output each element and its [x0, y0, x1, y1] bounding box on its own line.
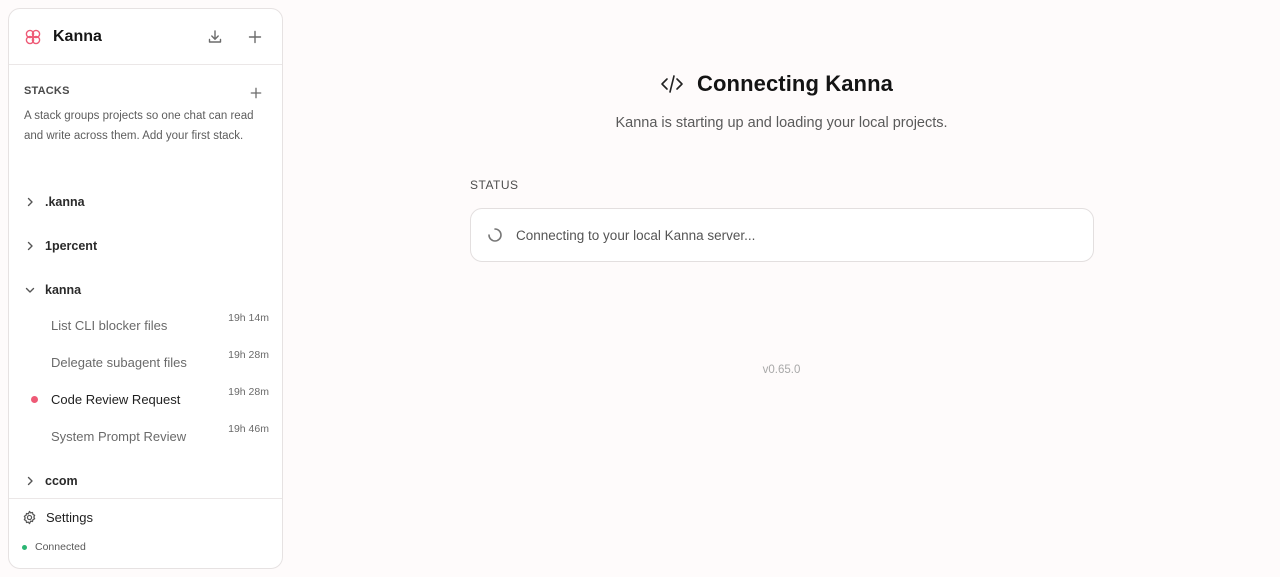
new-project-button[interactable]: [245, 27, 265, 47]
gear-icon: [23, 510, 36, 525]
chat-time: 19h 14m: [228, 312, 269, 324]
chevron-down-icon: [23, 283, 37, 297]
main-title-wrap: Connecting Kanna: [660, 71, 893, 97]
download-button[interactable]: [205, 27, 225, 47]
chat-item[interactable]: List CLI blocker files 19h 14m: [19, 310, 274, 340]
chevron-right-icon: [23, 195, 37, 209]
chat-item[interactable]: Code Review Request 19h 28m: [19, 384, 274, 414]
project-item-ccom[interactable]: ccom: [23, 470, 78, 492]
chat-title: List CLI blocker files: [51, 317, 168, 333]
app-title: Kanna: [53, 27, 102, 45]
chat-item[interactable]: System Prompt Review 19h 46m: [19, 421, 274, 451]
plus-icon: [250, 87, 262, 99]
chat-time: 19h 46m: [228, 423, 269, 435]
download-icon: [208, 30, 222, 43]
chat-title: Code Review Request: [51, 391, 181, 407]
kanna-logo-icon: [23, 27, 43, 47]
chevron-right-icon: [23, 239, 37, 253]
spinner-icon: [487, 227, 503, 243]
settings-label: Settings: [46, 510, 93, 525]
page-subtitle: Kanna is starting up and loading your lo…: [615, 115, 948, 131]
chat-title: System Prompt Review: [51, 428, 187, 444]
project-item-dot-kanna[interactable]: .kanna: [23, 191, 85, 213]
code-icon: [660, 72, 684, 96]
status-heading: STATUS: [470, 178, 519, 192]
chevron-right-icon: [23, 474, 37, 488]
status-box: Connecting to your local Kanna server...: [470, 208, 1094, 262]
project-label: kanna: [45, 283, 82, 297]
project-item-kanna[interactable]: kanna: [23, 279, 81, 301]
project-item-1percent[interactable]: 1percent: [23, 235, 97, 257]
project-label: .kanna: [45, 195, 85, 209]
project-label: ccom: [45, 474, 78, 488]
settings-button[interactable]: Settings: [22, 510, 93, 525]
page-title: Connecting Kanna: [697, 71, 893, 96]
connection-status: Connected: [22, 541, 86, 553]
plus-icon: [248, 30, 262, 44]
connection-label: Connected: [35, 541, 86, 553]
add-stack-button[interactable]: [246, 83, 266, 103]
version-label: v0.65.0: [762, 364, 801, 376]
chat-time: 19h 28m: [228, 386, 269, 398]
project-label: 1percent: [45, 239, 98, 253]
status-dot-icon: [22, 544, 27, 550]
status-message: Connecting to your local Kanna server...: [516, 227, 756, 243]
sidebar-footer: Settings Connected: [9, 498, 282, 568]
sidebar: Kanna STACKS A stack groups projects so …: [8, 8, 283, 569]
stacks-heading: STACKS: [24, 85, 70, 97]
sidebar-header: Kanna: [9, 9, 282, 65]
unread-dot-icon: [31, 395, 38, 403]
chat-time: 19h 28m: [228, 349, 269, 361]
